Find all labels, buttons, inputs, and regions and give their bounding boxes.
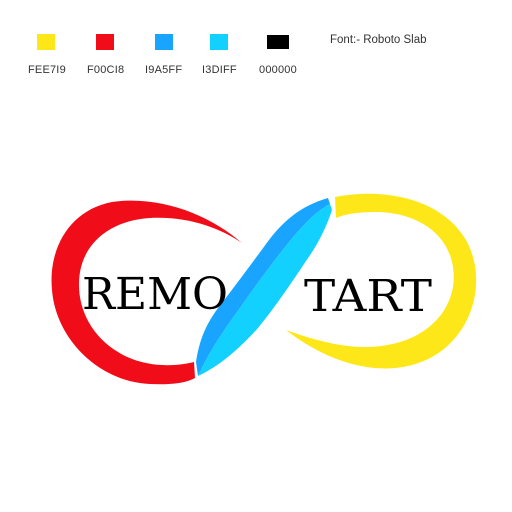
logo-left-word: REMO <box>82 269 228 320</box>
remostart-logo: REMO TART <box>51 193 477 385</box>
logo-right-word: TART <box>304 271 432 322</box>
